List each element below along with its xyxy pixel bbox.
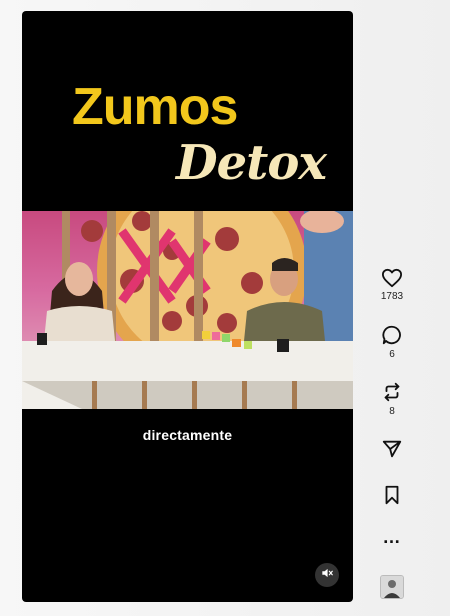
like-count: 1783 [380, 291, 404, 302]
comment-button[interactable]: 6 [372, 324, 412, 360]
audio-avatar[interactable] [380, 575, 404, 599]
like-button[interactable]: 1783 [372, 268, 412, 302]
tv-studio-scene [22, 211, 353, 409]
video-title-sub: Detox [176, 135, 327, 191]
repost-button[interactable]: 8 [372, 381, 412, 417]
video-scene [22, 211, 353, 409]
reel-video-player[interactable]: Zumos Detox directamente [22, 11, 353, 602]
share-button[interactable] [372, 438, 412, 460]
send-icon [372, 438, 412, 460]
save-button[interactable] [372, 484, 412, 506]
more-options-button[interactable]: … [372, 527, 412, 547]
avatar-image [381, 576, 403, 598]
repost-count: 8 [389, 406, 395, 417]
heart-icon [372, 268, 412, 288]
actions-rail: 1783 6 8 … [372, 0, 412, 616]
bookmark-icon [372, 484, 412, 506]
more-options-icon: … [382, 527, 402, 547]
video-title-main: Zumos [72, 78, 238, 136]
video-caption: directamente [142, 427, 233, 443]
repost-icon [372, 381, 412, 403]
comment-icon [372, 324, 412, 346]
mute-button[interactable] [315, 563, 339, 587]
comment-count: 6 [389, 349, 395, 360]
speaker-muted-icon [320, 566, 334, 585]
